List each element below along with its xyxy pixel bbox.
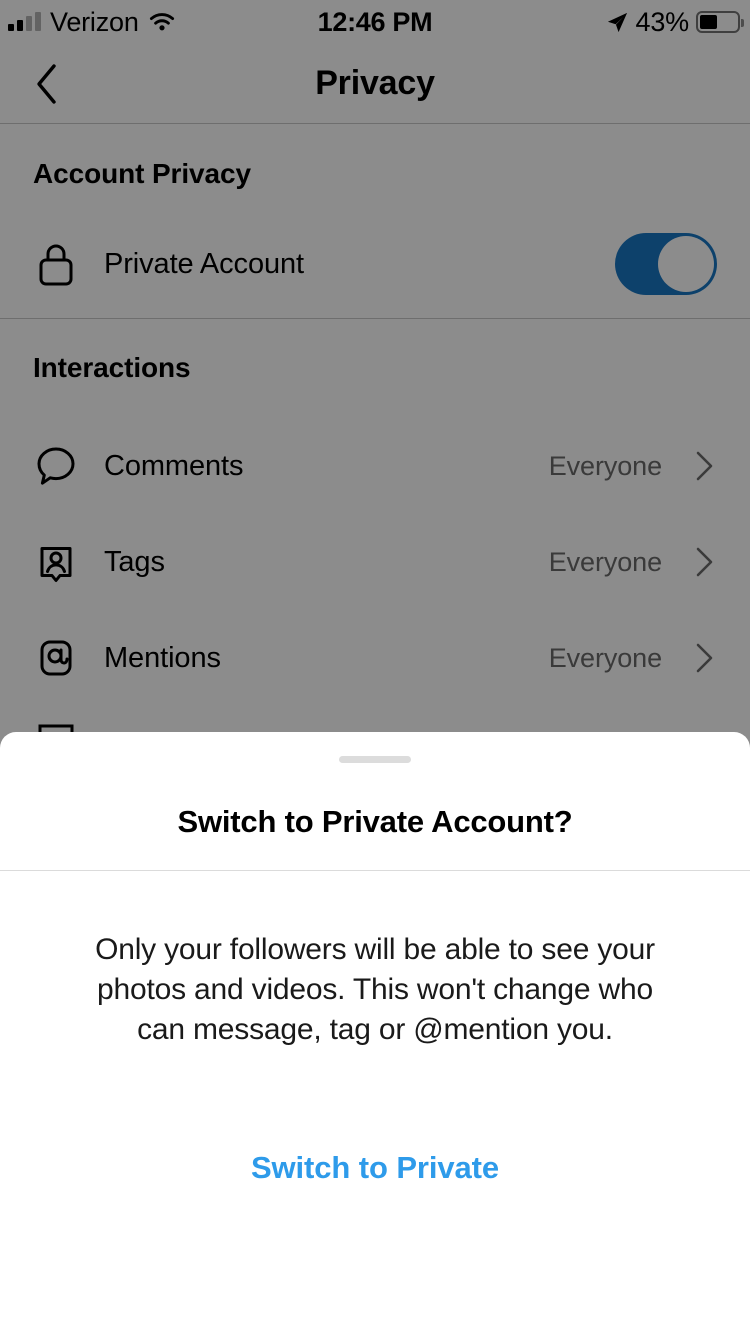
section-divider bbox=[0, 318, 750, 319]
row-tags[interactable]: Tags Everyone bbox=[0, 532, 750, 592]
row-mentions[interactable]: Mentions Everyone bbox=[0, 628, 750, 688]
row-label-comments: Comments bbox=[104, 449, 244, 482]
row-value-tags: Everyone bbox=[548, 546, 662, 577]
sheet-divider bbox=[0, 870, 750, 871]
switch-to-private-button[interactable]: Switch to Private bbox=[0, 1150, 750, 1186]
section-header-interactions: Interactions bbox=[33, 352, 191, 383]
row-comments[interactable]: Comments Everyone bbox=[0, 436, 750, 496]
comment-bubble-icon bbox=[32, 442, 80, 490]
row-label-tags: Tags bbox=[104, 545, 165, 578]
sheet-title: Switch to Private Account? bbox=[177, 804, 573, 839]
phone-screen: Verizon 12:46 PM 43% Privacy Account Pri… bbox=[0, 0, 750, 1334]
tag-person-icon bbox=[32, 538, 80, 586]
nav-bar: Privacy bbox=[0, 44, 750, 124]
section-header-account-privacy: Account Privacy bbox=[33, 158, 251, 189]
at-mention-icon bbox=[32, 634, 80, 682]
location-arrow-icon bbox=[606, 11, 629, 34]
lock-icon bbox=[32, 240, 80, 288]
row-value-mentions: Everyone bbox=[548, 642, 662, 673]
status-bar-right: 43% bbox=[606, 6, 744, 38]
chevron-right-icon bbox=[694, 450, 714, 482]
sheet-body-text: Only your followers will be able to see … bbox=[95, 933, 655, 1046]
toggle-knob bbox=[658, 236, 714, 292]
switch-to-private-sheet: Switch to Private Account? Only your fol… bbox=[0, 732, 750, 1334]
status-bar: Verizon 12:46 PM 43% bbox=[0, 0, 750, 44]
row-value-comments: Everyone bbox=[548, 450, 662, 481]
row-label-mentions: Mentions bbox=[104, 641, 221, 674]
row-label-private-account: Private Account bbox=[104, 247, 304, 280]
battery-icon bbox=[696, 11, 744, 33]
chevron-right-icon bbox=[694, 642, 714, 674]
chevron-right-icon bbox=[694, 546, 714, 578]
private-account-toggle[interactable] bbox=[615, 233, 717, 295]
battery-percent-label: 43% bbox=[635, 6, 690, 37]
row-private-account[interactable]: Private Account bbox=[0, 233, 750, 295]
page-title: Privacy bbox=[315, 64, 435, 102]
drag-handle[interactable] bbox=[339, 756, 411, 763]
